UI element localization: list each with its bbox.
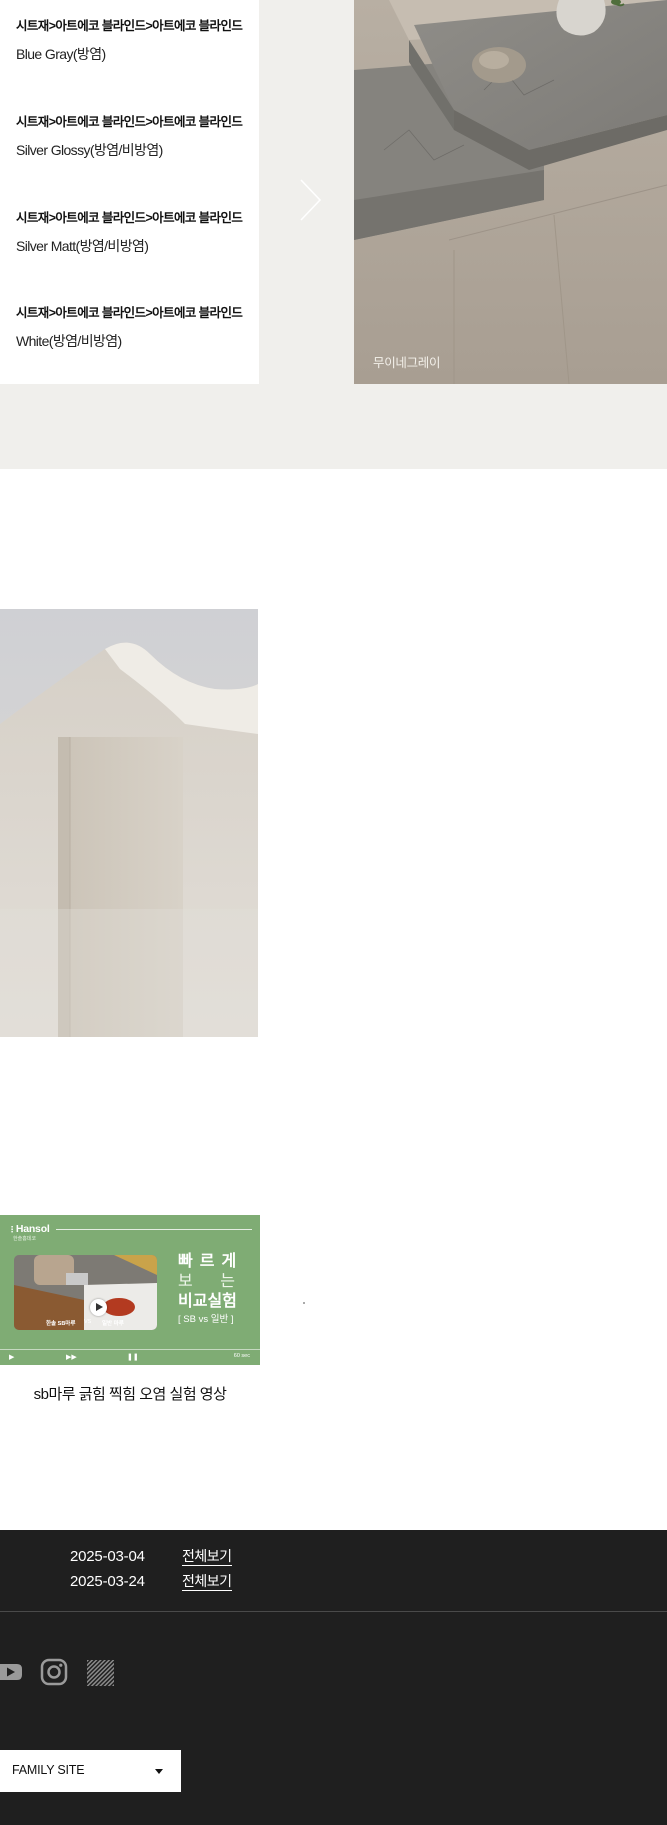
youtube-icon[interactable] <box>0 1660 22 1684</box>
product-category: 시트재>아트에코 블라인드>아트에코 블라인드 <box>16 211 243 225</box>
fast-forward-icon[interactable]: ▶▶ <box>66 1353 77 1361</box>
video-title-line2: 보는 <box>178 1273 236 1290</box>
play-icon[interactable] <box>90 1299 107 1316</box>
family-site-select[interactable]: FAMILY SITE <box>0 1750 181 1792</box>
caret-down-icon <box>155 1769 163 1774</box>
notice-row: 2025-03-04 전체보기 <box>70 1545 232 1567</box>
product-category: 시트재>아트에코 블라인드>아트에코 블라인드 <box>16 19 243 33</box>
product-item[interactable]: 시트재>아트에코 블라인드>아트에코 블라인드 Silver Matt(방염/비… <box>16 209 243 256</box>
video-card[interactable]: ⋮Hansol 한솔홈데코 한솔 SB마루 VS 일반 마루 빠르게 보는 비교… <box>0 1215 260 1404</box>
decorative-dot <box>303 1302 305 1304</box>
product-item[interactable]: 시트재>아트에코 블라인드>아트에코 블라인드 White(방염/비방염) <box>16 304 243 351</box>
product-category: 시트재>아트에코 블라인드>아트에코 블라인드 <box>16 306 243 320</box>
label-left: 한솔 SB마루 <box>46 1321 76 1327</box>
label-vs: VS <box>84 1319 92 1325</box>
video-thumbnail[interactable]: ⋮Hansol 한솔홈데코 한솔 SB마루 VS 일반 마루 빠르게 보는 비교… <box>0 1215 260 1365</box>
hero-product-image[interactable]: 무이네그레이 <box>354 0 667 384</box>
brand-sub: 한솔홈데코 <box>13 1236 37 1242</box>
family-site-label: FAMILY SITE <box>12 1763 85 1777</box>
hero-caption: 무이네그레이 <box>373 356 441 370</box>
video-caption[interactable]: sb마루 긁힘 찍힘 오염 실험 영상 <box>0 1383 260 1404</box>
view-all-link[interactable]: 전체보기 <box>182 1547 232 1566</box>
video-controls: ▶ ▶▶ ❚❚ 60 sec <box>0 1349 260 1363</box>
footer: 2025-03-04 전체보기 2025-03-24 전체보기 FAMILY S… <box>0 1530 667 1825</box>
product-item[interactable]: 시트재>아트에코 블라인드>아트에코 블라인드 Blue Gray(방염) <box>16 17 243 64</box>
notice-date: 2025-03-04 <box>70 1547 145 1565</box>
curled-sheet-scene <box>0 609 258 1037</box>
product-name: Blue Gray(방염) <box>16 46 106 62</box>
stone-steps-scene <box>354 0 667 384</box>
video-title-line3: 비교실험 <box>178 1293 237 1310</box>
product-category: 시트재>아트에코 블라인드>아트에코 블라인드 <box>16 115 243 129</box>
label-right: 일반 마루 <box>102 1321 124 1327</box>
video-title-line1: 빠르게 <box>178 1253 244 1270</box>
material-image[interactable] <box>0 609 258 1037</box>
product-name: White(방염/비방염) <box>16 333 122 349</box>
pause-icon[interactable]: ❚❚ <box>127 1353 139 1361</box>
footer-divider <box>0 1611 667 1612</box>
product-name: Silver Glossy(방염/비방염) <box>16 142 163 158</box>
view-all-link[interactable]: 전체보기 <box>182 1572 232 1591</box>
play-small-icon[interactable]: ▶ <box>9 1353 14 1361</box>
product-item[interactable]: 시트재>아트에코 블라인드>아트에코 블라인드 Silver Glossy(방염… <box>16 113 243 160</box>
product-list-panel: 시트재>아트에코 블라인드>아트에코 블라인드 Blue Gray(방염) 시트… <box>0 0 259 384</box>
brand-logo: ⋮Hansol <box>8 1223 50 1235</box>
header-rule <box>56 1229 252 1230</box>
brand-mark-icon: ⋮ <box>8 1225 16 1234</box>
instagram-icon[interactable] <box>40 1658 68 1686</box>
video-still: 한솔 SB마루 VS 일반 마루 <box>14 1255 157 1330</box>
video-title-line4: [ SB vs 일반 ] <box>178 1314 234 1325</box>
product-name: Silver Matt(방염/비방염) <box>16 238 149 254</box>
video-title-block: 빠르게 보는 비교실험 [ SB vs 일반 ] <box>178 1252 244 1328</box>
notice-date: 2025-03-24 <box>70 1572 145 1590</box>
chevron-right-icon[interactable] <box>294 176 324 224</box>
video-duration: 60 sec <box>233 1353 250 1359</box>
product-section: 시트재>아트에코 블라인드>아트에코 블라인드 Blue Gray(방염) 시트… <box>0 0 667 469</box>
notice-row: 2025-03-24 전체보기 <box>70 1570 232 1592</box>
blog-icon[interactable] <box>87 1660 114 1686</box>
